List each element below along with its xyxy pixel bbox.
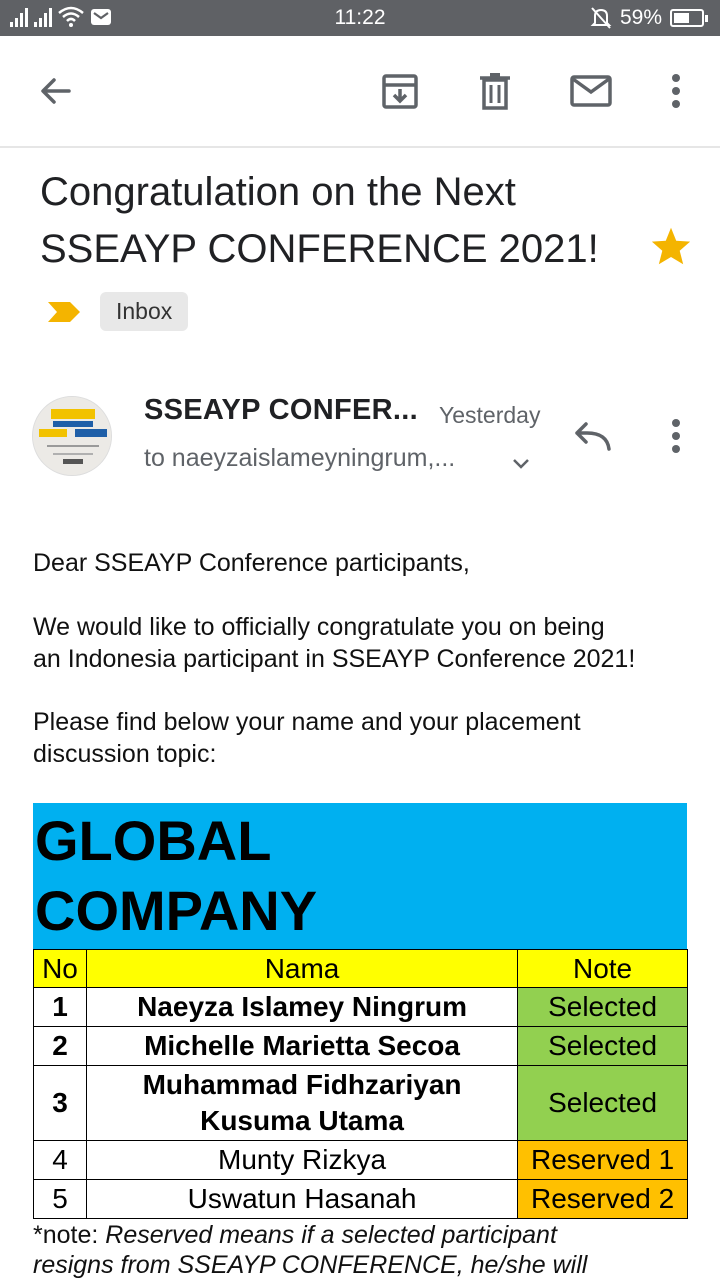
muted-bell-icon — [590, 7, 612, 29]
table-header-row: No Nama Note — [33, 949, 688, 988]
row-note: Selected — [517, 1065, 688, 1141]
table-row: 4 Munty Rizkya Reserved 1 — [33, 1140, 688, 1180]
row-no: 2 — [33, 1026, 87, 1066]
table-row: 5 Uswatun Hasanah Reserved 2 — [33, 1179, 688, 1219]
row-no: 1 — [33, 987, 87, 1027]
row-name: Michelle Marietta Secoa — [85, 1026, 519, 1066]
table-row: 2 Michelle Marietta Secoa Selected — [33, 1026, 688, 1066]
sender-name[interactable]: SSEAYP CONFER... — [144, 394, 418, 427]
row-name-line2: Kusuma Utama — [200, 1105, 404, 1136]
star-icon[interactable] — [650, 226, 692, 271]
archive-icon[interactable] — [372, 63, 428, 119]
table-title-line-2: COMPANY — [35, 879, 318, 942]
table-title-block: GLOBAL COMPANY — [33, 803, 687, 949]
row-note: Reserved 2 — [517, 1179, 688, 1219]
battery-percent: 59% — [619, 6, 662, 29]
inbox-label-chip[interactable]: Inbox — [100, 292, 189, 331]
top-app-bar — [0, 36, 720, 148]
table-row: 1 Naeyza Islamey Ningrum Selected — [33, 987, 688, 1027]
label-row: Inbox — [46, 292, 189, 331]
battery-icon — [670, 9, 708, 27]
footnote-line-2: resigns from SSEAYP CONFERENCE, he/she w… — [33, 1250, 693, 1280]
body-paragraph-2: Please find below your name and your pla… — [33, 706, 693, 770]
row-name: Muhammad Fidhzariyan Kusuma Utama — [85, 1065, 519, 1141]
header-name: Nama — [85, 949, 519, 988]
row-no: 5 — [33, 1179, 87, 1219]
footnote-prefix: *note: — [33, 1221, 106, 1249]
message-more-options-icon[interactable] — [648, 408, 704, 464]
row-no: 3 — [33, 1065, 87, 1141]
header-note: Note — [517, 949, 688, 988]
footnote-line-1: *note: Reserved means if a selected part… — [33, 1220, 693, 1250]
footnote-line1-text: Reserved means if a selected participant — [105, 1221, 557, 1249]
back-arrow-icon[interactable] — [27, 63, 83, 119]
header-no: No — [33, 949, 87, 988]
para1-line2: an Indonesia participant in SSEAYP Confe… — [33, 645, 636, 673]
status-bar: 11:22 59% — [0, 0, 720, 36]
para1-line1: We would like to officially congratulate… — [33, 613, 605, 641]
row-name: Naeyza Islamey Ningrum — [85, 987, 519, 1027]
participant-table: No Nama Note 1 Naeyza Islamey Ningrum Se… — [33, 949, 688, 1219]
footnote: *note: Reserved means if a selected part… — [33, 1220, 693, 1280]
row-name: Munty Rizkya — [85, 1140, 519, 1180]
table-row: 3 Muhammad Fidhzariyan Kusuma Utama Sele… — [33, 1065, 688, 1141]
row-name-line1: Muhammad Fidhzariyan — [142, 1069, 462, 1100]
subject-line-1: Congratulation on the Next — [40, 170, 516, 214]
status-icons-right: 59% — [590, 6, 708, 30]
para2-line2: discussion topic: — [33, 740, 217, 768]
email-subject: Congratulation on the Next SSEAYP CONFER… — [40, 164, 630, 278]
row-note: Selected — [517, 1026, 688, 1066]
row-note: Reserved 1 — [517, 1140, 688, 1180]
recipients[interactable]: to naeyzaislameyningrum,... — [144, 444, 455, 473]
row-name: Uswatun Hasanah — [85, 1179, 519, 1219]
delete-icon[interactable] — [467, 63, 523, 119]
subject-line-2: SSEAYP CONFERENCE 2021! — [40, 227, 599, 271]
para2-line1: Please find below your name and your pla… — [33, 708, 581, 736]
greeting: Dear SSEAYP Conference participants, — [33, 549, 470, 577]
more-options-icon[interactable] — [648, 63, 704, 119]
chevron-down-icon[interactable] — [493, 436, 549, 492]
battery-fill — [674, 13, 690, 23]
row-no: 4 — [33, 1140, 87, 1180]
email-date: Yesterday — [439, 402, 541, 428]
reply-icon[interactable] — [564, 408, 620, 464]
body-paragraph-1: We would like to officially congratulate… — [33, 611, 693, 675]
sender-avatar[interactable] — [32, 396, 112, 476]
mark-unread-icon[interactable] — [563, 63, 619, 119]
importance-marker-icon — [48, 301, 80, 322]
table-title-line-1: GLOBAL — [35, 809, 272, 872]
row-note: Selected — [517, 987, 688, 1027]
footnote-line2-text: resigns from SSEAYP CONFERENCE, he/she w… — [33, 1251, 588, 1279]
